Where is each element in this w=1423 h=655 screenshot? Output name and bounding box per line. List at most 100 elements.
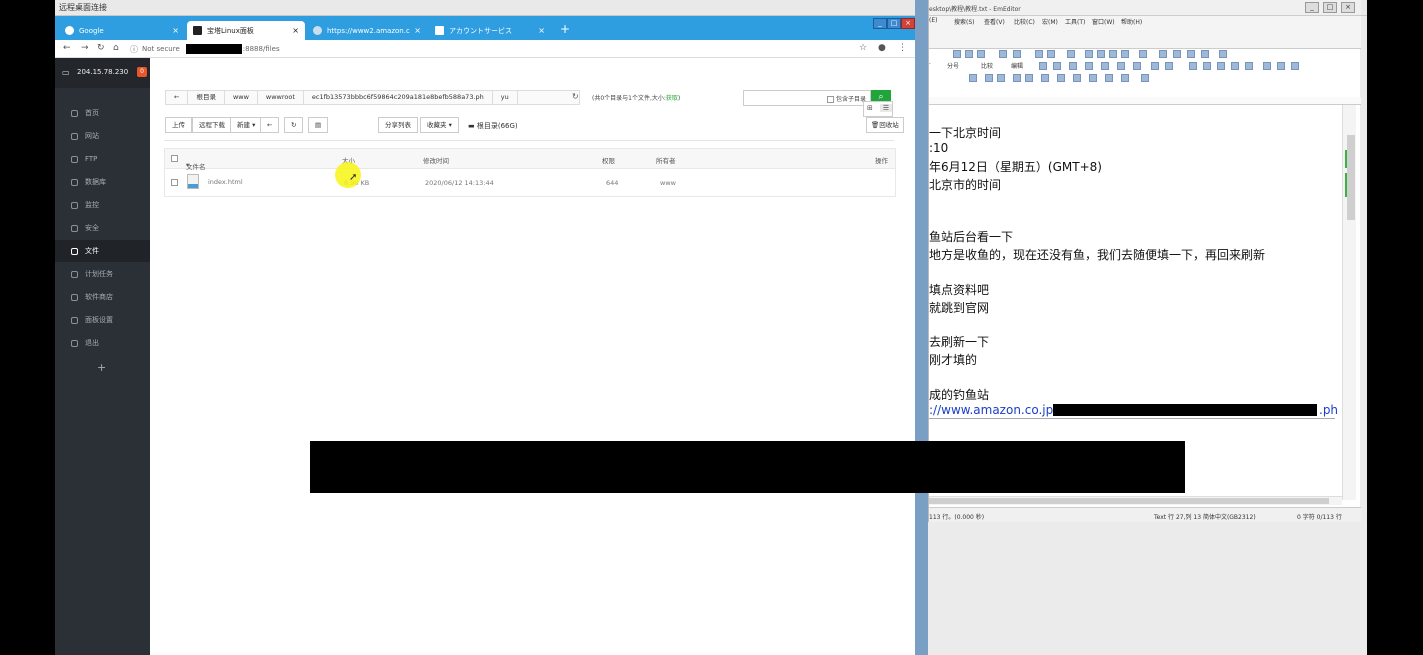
tool-icon[interactable] bbox=[1291, 62, 1299, 70]
tool-icon[interactable] bbox=[1025, 74, 1033, 82]
tool-icon[interactable] bbox=[1117, 62, 1125, 70]
minimize-button[interactable]: _ bbox=[873, 18, 887, 29]
macro-icon[interactable] bbox=[1201, 50, 1209, 58]
edit-button[interactable]: 编辑 bbox=[1011, 61, 1023, 70]
tool-icon[interactable] bbox=[1041, 74, 1049, 82]
menu-window[interactable]: 窗口(W) bbox=[1092, 17, 1115, 26]
menu-help[interactable]: 帮助(H) bbox=[1121, 17, 1142, 26]
include-subdir-checkbox[interactable]: 包含子目录 bbox=[827, 94, 866, 103]
semicolon-button[interactable]: 分号 bbox=[947, 61, 959, 70]
tool-icon[interactable] bbox=[1085, 62, 1093, 70]
tool-icon[interactable] bbox=[1121, 74, 1129, 82]
window-icon[interactable] bbox=[1085, 50, 1093, 58]
get-size-link[interactable]: 获取 bbox=[666, 95, 678, 102]
editor-horizontal-scrollbar[interactable] bbox=[929, 496, 1342, 505]
window-icon[interactable] bbox=[1097, 50, 1105, 58]
remote-download-button[interactable]: 远程下载 bbox=[192, 117, 232, 133]
tool-icon[interactable] bbox=[1165, 62, 1173, 70]
bookmark-star-icon[interactable]: ☆ bbox=[859, 43, 867, 53]
tool-icon[interactable] bbox=[1089, 74, 1097, 82]
find-icon[interactable] bbox=[1035, 50, 1043, 58]
sidebar-item-home[interactable]: 首页 bbox=[55, 102, 150, 124]
window-icon[interactable] bbox=[1121, 50, 1129, 58]
url-input[interactable]: ⓘ Not secure :8888/files bbox=[130, 42, 850, 56]
breadcrumb-item[interactable]: www bbox=[225, 91, 258, 104]
menu-icon[interactable]: ⋮ bbox=[898, 43, 907, 53]
sidebar-item-database[interactable]: 数据库 bbox=[55, 171, 150, 193]
macro-icon[interactable] bbox=[1159, 50, 1167, 58]
profile-icon[interactable]: ● bbox=[878, 43, 886, 53]
menu-search[interactable]: 搜索(S) bbox=[954, 17, 975, 26]
cut-icon[interactable] bbox=[953, 50, 961, 58]
breadcrumb-back-icon[interactable]: ← bbox=[166, 91, 189, 104]
url-line[interactable]: ://www.amazon.co.jp. bbox=[929, 403, 1057, 417]
sidebar-item-ftp[interactable]: FTP bbox=[55, 148, 150, 170]
maximize-button[interactable]: □ bbox=[887, 18, 901, 29]
tool-icon[interactable] bbox=[1073, 74, 1081, 82]
breadcrumb-item[interactable]: 根目录 bbox=[188, 91, 225, 104]
paste-icon[interactable] bbox=[977, 50, 985, 58]
menu-edit[interactable]: (E) bbox=[929, 17, 937, 24]
recycle-bin-button[interactable]: 🗑回收站 bbox=[866, 117, 904, 133]
sidebar-item-cron[interactable]: 计划任务 bbox=[55, 263, 150, 285]
tab-account-service[interactable]: アカウントサービス × bbox=[429, 21, 551, 40]
refresh-button[interactable]: ↻ bbox=[284, 117, 304, 133]
file-owner[interactable]: www bbox=[660, 179, 676, 187]
window-icon[interactable] bbox=[1109, 50, 1117, 58]
tool-icon[interactable] bbox=[1151, 62, 1159, 70]
tab-bt-panel[interactable]: 宝塔Linux面板 × bbox=[187, 21, 305, 40]
menu-compare[interactable]: 比较(C) bbox=[1014, 17, 1035, 26]
tool-icon[interactable] bbox=[1101, 62, 1109, 70]
macro-icon[interactable] bbox=[1173, 50, 1181, 58]
editor-minimize-button[interactable]: _ bbox=[1305, 2, 1319, 13]
sidebar-item-store[interactable]: 软件商店 bbox=[55, 286, 150, 308]
copy-icon[interactable] bbox=[965, 50, 973, 58]
forward-icon[interactable]: → bbox=[81, 43, 89, 53]
upload-button[interactable]: 上传 bbox=[165, 117, 192, 133]
notification-badge[interactable]: 0 bbox=[137, 67, 147, 77]
tool-icon[interactable] bbox=[1133, 62, 1141, 70]
tab-close-icon[interactable]: × bbox=[538, 26, 545, 35]
select-all-checkbox[interactable] bbox=[171, 155, 178, 162]
tab-close-icon[interactable]: × bbox=[414, 26, 421, 35]
breadcrumb-item[interactable]: ec1fb13573bbbc6f59864c209a181e8befb588a7… bbox=[304, 91, 493, 104]
breadcrumb-item[interactable]: yu bbox=[493, 91, 518, 104]
scroll-thumb[interactable] bbox=[1347, 135, 1355, 220]
menu-macro[interactable]: 宏(M) bbox=[1042, 17, 1058, 26]
editor-maximize-button[interactable]: □ bbox=[1323, 2, 1337, 13]
mark-icon[interactable] bbox=[1067, 50, 1075, 58]
tool-icon[interactable] bbox=[1053, 62, 1061, 70]
grid-view-icon[interactable]: ⊞ bbox=[867, 104, 873, 112]
refresh-icon[interactable]: ↻ bbox=[572, 92, 579, 101]
tab-close-icon[interactable]: × bbox=[292, 26, 299, 35]
dropdown-icon[interactable] bbox=[969, 74, 977, 82]
tool-icon[interactable] bbox=[1217, 62, 1225, 70]
terminal-button[interactable]: ▤ bbox=[308, 117, 329, 133]
marker-icon[interactable] bbox=[1219, 50, 1227, 58]
tool-icon[interactable] bbox=[1013, 74, 1021, 82]
url-line-end[interactable]: .ph bbox=[1319, 403, 1338, 417]
column-modified[interactable]: 修改时间 bbox=[423, 155, 449, 165]
tool-icon[interactable] bbox=[1203, 62, 1211, 70]
reload-icon[interactable]: ↻ bbox=[97, 43, 105, 53]
tab-google[interactable]: Google × bbox=[59, 21, 185, 40]
new-tab-button[interactable]: + bbox=[560, 22, 570, 36]
new-dropdown-button[interactable]: 新建 ▾ bbox=[230, 117, 263, 133]
dropdown-icon[interactable] bbox=[1139, 50, 1147, 58]
file-name[interactable]: index.html bbox=[208, 178, 243, 186]
tool-icon[interactable] bbox=[1105, 74, 1113, 82]
menu-tools[interactable]: 工具(T) bbox=[1065, 17, 1085, 26]
tool-icon[interactable] bbox=[1141, 74, 1149, 82]
breadcrumb-item[interactable]: wwwroot bbox=[258, 91, 304, 104]
replace-icon[interactable] bbox=[1047, 50, 1055, 58]
close-window-button[interactable]: × bbox=[901, 18, 915, 29]
macro-icon[interactable] bbox=[1187, 50, 1195, 58]
tab-amazon[interactable]: https://www2.amazon.co.jp × bbox=[307, 21, 427, 40]
tool-icon[interactable] bbox=[997, 74, 1005, 82]
tool-icon[interactable] bbox=[985, 74, 993, 82]
tool-icon[interactable] bbox=[1057, 74, 1065, 82]
add-shortcut-button[interactable]: + bbox=[97, 361, 106, 374]
sidebar-item-files[interactable]: 文件 bbox=[55, 240, 150, 262]
sidebar-item-website[interactable]: 网站 bbox=[55, 125, 150, 147]
compare-button[interactable]: 比较 bbox=[981, 61, 993, 70]
